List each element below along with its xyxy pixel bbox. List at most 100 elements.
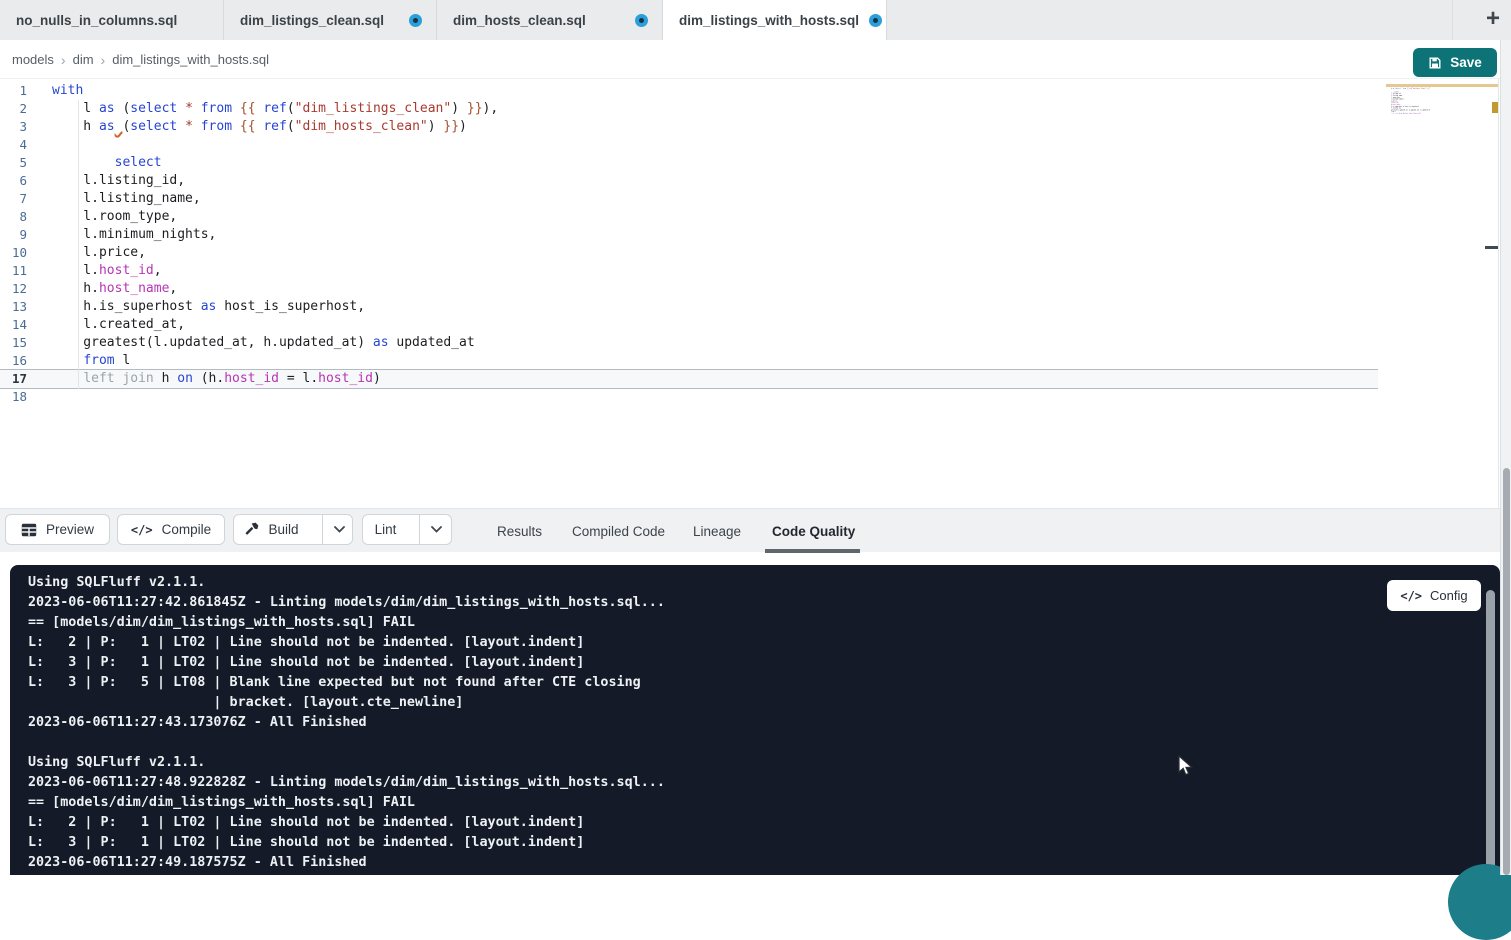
breadcrumb-models[interactable]: models <box>12 52 54 67</box>
terminal-output: Using SQLFluff v2.1.1.2023-06-06T11:27:4… <box>28 573 665 873</box>
floppy-disk-icon <box>1428 56 1442 70</box>
chevron-right-icon: › <box>61 52 66 68</box>
code-token: as <box>99 101 115 116</box>
terminal-scrollbar-thumb[interactable] <box>1486 590 1495 872</box>
code-line[interactable]: l.listing_name, <box>52 190 498 208</box>
line-number: 7 <box>0 190 27 208</box>
terminal-line: 2023-06-06T11:27:49.187575Z - All Finish… <box>28 853 665 873</box>
code-line[interactable]: l.host_id, <box>52 262 498 280</box>
breadcrumb-dim[interactable]: dim <box>73 52 94 67</box>
code-token: l <box>52 101 99 116</box>
file-header-row: models › dim › dim_listings_with_hosts.s… <box>0 40 1511 79</box>
code-token: l.created_at, <box>52 317 185 332</box>
line-number: 4 <box>0 136 27 154</box>
code-line[interactable]: l.minimum_nights, <box>52 226 498 244</box>
help-fab-button[interactable] <box>1448 864 1511 940</box>
code-token: * <box>185 101 193 116</box>
config-button-label: Config <box>1430 588 1468 603</box>
code-line[interactable]: h.is_superhost as host_is_superhost, <box>52 298 498 316</box>
code-token <box>232 119 240 134</box>
line-number: 3 <box>0 118 27 136</box>
unsaved-changes-icon <box>869 14 882 27</box>
plus-icon: + <box>1486 5 1500 33</box>
new-tab-button[interactable]: + <box>1480 6 1506 32</box>
code-line[interactable]: h.host_name, <box>52 280 498 298</box>
lint-split-button: Lint <box>362 514 452 545</box>
save-button[interactable]: Save <box>1413 48 1497 77</box>
tab-lineage[interactable]: Lineage <box>693 509 741 553</box>
code-line[interactable]: greatest(l.updated_at, h.updated_at) as … <box>52 334 498 352</box>
code-line[interactable]: select <box>52 154 498 172</box>
code-token: ) <box>459 119 467 134</box>
build-options-dropdown[interactable] <box>322 515 356 544</box>
breadcrumb-current-file: dim_listings_with_hosts.sql <box>112 52 269 67</box>
terminal-line: L: 2 | P: 1 | LT02 | Line should not be … <box>28 813 665 833</box>
lint-output-terminal: Using SQLFluff v2.1.1.2023-06-06T11:27:4… <box>10 565 1500 875</box>
code-token: from <box>83 353 114 368</box>
tab-dim-listings-with-hosts[interactable]: dim_listings_with_hosts.sql <box>663 0 887 40</box>
code-token: from <box>201 101 232 116</box>
code-line[interactable]: from l <box>52 352 498 370</box>
code-line[interactable] <box>52 136 498 154</box>
line-number: 5 <box>0 154 27 172</box>
code-token: {{ <box>240 119 256 134</box>
tab-compiled-code[interactable]: Compiled Code <box>572 509 665 553</box>
code-token: , <box>169 281 177 296</box>
code-token: {{ <box>240 101 256 116</box>
code-token: ref <box>263 119 286 134</box>
code-token: ( <box>115 101 131 116</box>
tab-dim-hosts-clean[interactable]: dim_hosts_clean.sql <box>437 0 663 40</box>
code-token: l.minimum_nights, <box>52 227 216 242</box>
lint-options-dropdown[interactable] <box>419 515 453 544</box>
code-editor[interactable]: 123456789101112131415161718 with l as (s… <box>0 79 1498 508</box>
code-line[interactable]: l.created_at, <box>52 316 498 334</box>
table-icon <box>21 523 37 537</box>
terminal-line: == [models/dim/dim_listings_with_hosts.s… <box>28 793 665 813</box>
preview-button[interactable]: Preview <box>5 514 110 545</box>
line-number-gutter: 123456789101112131415161718 <box>0 82 27 406</box>
code-token: as <box>99 119 115 134</box>
build-split-button: Build <box>233 514 353 545</box>
code-token: ( <box>287 119 295 134</box>
code-token: , <box>154 263 162 278</box>
code-line[interactable]: with <box>52 82 498 100</box>
tab-results[interactable]: Results <box>497 509 542 553</box>
minimap[interactable]: with l as (select * from {{ ref("dim_lis… <box>1388 84 1490 224</box>
page-scrollbar-track[interactable] <box>1500 40 1511 875</box>
code-line[interactable]: l.room_type, <box>52 208 498 226</box>
terminal-line: L: 3 | P: 1 | LT02 | Line should not be … <box>28 653 665 673</box>
page-scrollbar-thumb[interactable] <box>1503 468 1510 875</box>
lint-button[interactable]: Lint <box>361 515 411 544</box>
unsaved-changes-icon <box>409 14 422 27</box>
line-number: 14 <box>0 316 27 334</box>
code-token: }} <box>443 119 459 134</box>
code-line[interactable]: left join h on (h.host_id = l.host_id) <box>52 370 498 388</box>
code-token: "dim_listings_clean" <box>295 101 452 116</box>
code-lines[interactable]: with l as (select * from {{ ref("dim_lis… <box>52 82 498 406</box>
hammer-icon <box>244 522 259 537</box>
code-token: with <box>52 83 83 98</box>
code-line[interactable] <box>52 388 498 406</box>
terminal-line: | bracket. [layout.cte_newline] <box>28 693 665 713</box>
code-line[interactable]: l.price, <box>52 244 498 262</box>
code-token <box>177 101 185 116</box>
code-line: h as (select * from {{ ref("dim_hosts_cl… <box>1388 88 1398 90</box>
tab-label: dim_hosts_clean.sql <box>453 13 586 28</box>
code-icon: </> <box>131 523 153 537</box>
code-token: l.listing_id, <box>52 173 185 188</box>
build-button-label: Build <box>268 522 298 537</box>
code-line[interactable]: h as (select * from {{ ref("dim_hosts_cl… <box>52 118 498 136</box>
build-button[interactable]: Build <box>230 515 312 544</box>
config-button[interactable]: </> Config <box>1387 580 1481 611</box>
code-line[interactable]: l.listing_id, <box>52 172 498 190</box>
code-line[interactable]: l as (select * from {{ ref("dim_listings… <box>52 100 498 118</box>
tab-label: dim_listings_clean.sql <box>240 13 384 28</box>
tab-no-nulls-in-columns[interactable]: no_nulls_in_columns.sql <box>0 0 224 40</box>
code-token: l.room_type, <box>52 209 177 224</box>
code-token: "dim_hosts_clean" <box>295 119 428 134</box>
line-number: 11 <box>0 262 27 280</box>
compile-button[interactable]: </> Compile <box>117 514 225 545</box>
code-token: ( <box>287 101 295 116</box>
tab-dim-listings-clean[interactable]: dim_listings_clean.sql <box>224 0 437 40</box>
tab-code-quality[interactable]: Code Quality <box>772 509 855 553</box>
